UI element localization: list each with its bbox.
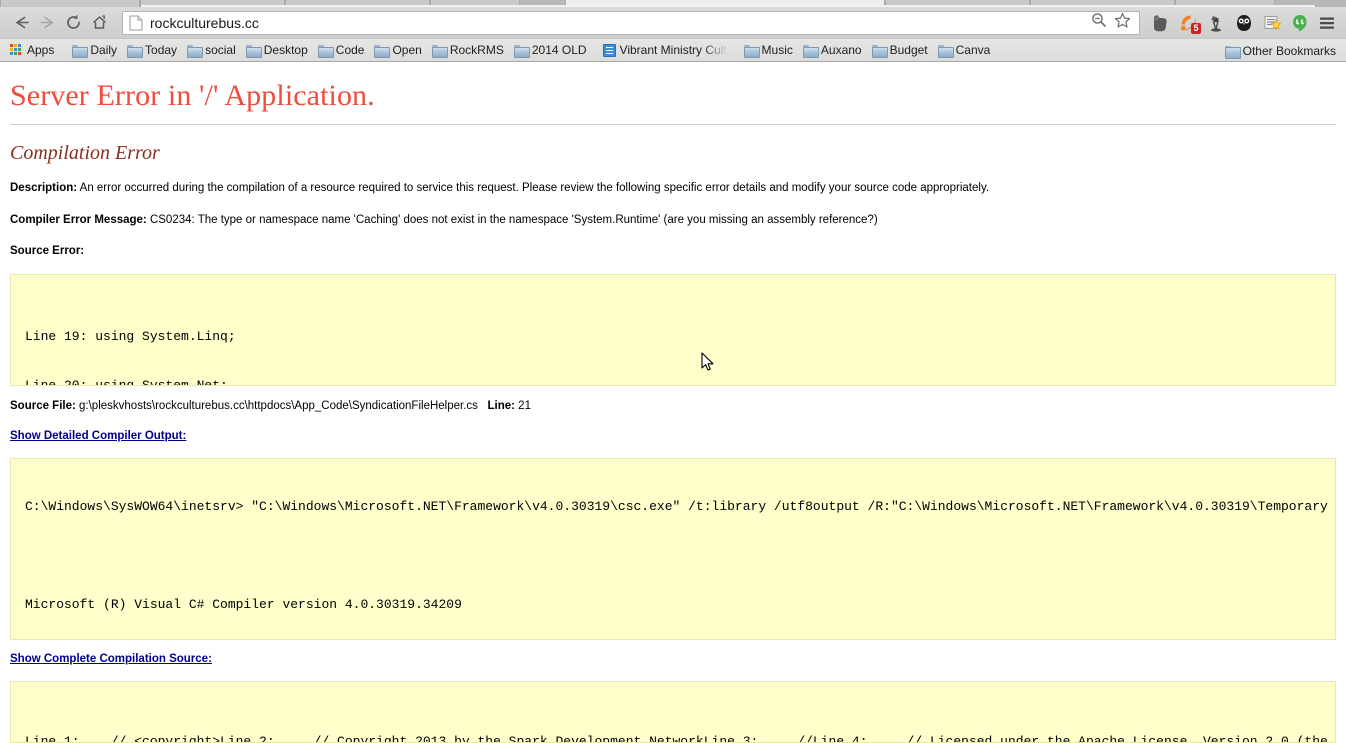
- bookmark-daily[interactable]: Daily: [68, 41, 123, 60]
- evernote-icon[interactable]: [1149, 11, 1171, 35]
- forward-arrow-icon[interactable]: [34, 10, 60, 36]
- bookmark-vibrant-ministry-culture[interactable]: Vibrant Ministry Culture: [599, 41, 734, 60]
- other-bookmarks-button[interactable]: Other Bookmarks: [1221, 41, 1342, 60]
- bookmark-label: Today: [145, 43, 177, 57]
- line-number: 21: [515, 400, 531, 412]
- owl-icon[interactable]: [1233, 11, 1255, 35]
- tab-strip-edge: [140, 5, 1316, 7]
- compiler-output-code-block: C:\Windows\SysWOW64\inetsrv> "C:\Windows…: [10, 458, 1336, 640]
- extension-icons: 5: [1146, 11, 1311, 35]
- error-type-heading: Compilation Error: [10, 142, 1336, 165]
- source-file-paragraph: Source File: g:\pleskvhosts\rockcultureb…: [10, 399, 1336, 415]
- bookmark-social[interactable]: social: [183, 41, 242, 60]
- zoom-out-magnifier-icon[interactable]: [1091, 12, 1107, 33]
- browser-chrome: rockculturebus.cc: [0, 0, 1346, 62]
- folder-icon: [187, 44, 201, 56]
- bookmark-label: social: [205, 43, 236, 57]
- folder-icon: [872, 44, 886, 56]
- bookmark-label: Open: [392, 43, 421, 57]
- folder-icon: [803, 44, 817, 56]
- address-bar[interactable]: rockculturebus.cc: [122, 11, 1140, 35]
- code-line: Line 19: using System.Linq;: [25, 329, 1335, 345]
- bookmark-label: Canva: [956, 43, 991, 57]
- bookmark-2014-old[interactable]: 2014 OLD: [510, 41, 593, 60]
- bookmark-open[interactable]: Open: [370, 41, 427, 60]
- reload-icon[interactable]: [60, 10, 86, 36]
- compilation-source-code-block: Line 1: // <copyright>Line 2: // Copyrig…: [10, 681, 1336, 743]
- title-divider: [10, 124, 1336, 125]
- folder-icon: [432, 44, 446, 56]
- source-error-label-text: Source Error:: [10, 245, 84, 257]
- hamburger-menu-icon[interactable]: [1314, 10, 1340, 36]
- description-label: Description:: [10, 182, 77, 194]
- code-line-blank: [25, 548, 1335, 564]
- line-label: Line:: [488, 400, 515, 412]
- folder-icon: [374, 44, 388, 56]
- bookmark-label: 2014 OLD: [532, 43, 587, 57]
- page-document-icon: [603, 44, 616, 57]
- show-complete-compilation-source-link[interactable]: Show Complete Compilation Source:: [10, 653, 212, 665]
- source-file-label: Source File:: [10, 400, 76, 412]
- other-bookmarks-label: Other Bookmarks: [1243, 44, 1336, 58]
- compiler-error-label: Compiler Error Message:: [10, 214, 147, 226]
- desk-lamp-icon[interactable]: [1205, 11, 1227, 35]
- error-page-content: Server Error in '/' Application. Compila…: [0, 62, 1346, 743]
- bookmark-auxano[interactable]: Auxano: [799, 41, 868, 60]
- description-paragraph: Description: An error occurred during th…: [10, 181, 1336, 197]
- rss-feed-icon[interactable]: 5: [1177, 11, 1199, 35]
- folder-icon: [246, 44, 260, 56]
- code-line: Line 20: using System.Net;: [25, 378, 1335, 386]
- folder-icon: [744, 44, 758, 56]
- bookmark-budget[interactable]: Budget: [868, 41, 934, 60]
- apps-grid-icon: [10, 44, 23, 56]
- tab-inactive[interactable]: [0, 0, 140, 7]
- bookmark-desktop[interactable]: Desktop: [242, 41, 314, 60]
- tab-strip[interactable]: [0, 0, 1346, 7]
- bookmark-music[interactable]: Music: [740, 41, 799, 60]
- bookmark-label: Vibrant Ministry Culture: [620, 43, 728, 57]
- rss-badge-count: 5: [1191, 23, 1201, 34]
- bookmark-label: Daily: [90, 43, 117, 57]
- description-text: An error occurred during the compilation…: [77, 182, 989, 194]
- bookmark-label: Desktop: [264, 43, 308, 57]
- source-error-label: Source Error:: [10, 244, 1336, 260]
- show-detailed-compiler-output-link[interactable]: Show Detailed Compiler Output:: [10, 430, 186, 442]
- hangouts-icon[interactable]: [1289, 11, 1311, 35]
- note-star-icon[interactable]: [1261, 11, 1283, 35]
- folder-icon: [1225, 45, 1239, 57]
- code-line: Microsoft (R) Visual C# Compiler version…: [25, 597, 1335, 613]
- bookmark-label: Code: [336, 43, 365, 57]
- bookmark-canva[interactable]: Canva: [934, 41, 997, 60]
- source-file-path: g:\pleskvhosts\rockculturebus.cc\httpdoc…: [76, 400, 478, 412]
- folder-icon: [318, 44, 332, 56]
- compiler-error-text: CS0234: The type or namespace name 'Cach…: [147, 214, 878, 226]
- url-text: rockculturebus.cc: [150, 15, 259, 31]
- source-error-code-block: Line 19: using System.Linq; Line 20: usi…: [10, 274, 1336, 386]
- bookmark-rockrms[interactable]: RockRMS: [428, 41, 510, 60]
- bookmark-today[interactable]: Today: [123, 41, 183, 60]
- bookmark-label: Apps: [27, 43, 54, 57]
- folder-icon: [938, 44, 952, 56]
- bookmark-label: Budget: [890, 43, 928, 57]
- home-icon[interactable]: [86, 10, 112, 36]
- bookmark-label: Music: [762, 43, 793, 57]
- bookmarks-bar: Apps Daily Today social Desktop Code Ope…: [0, 38, 1346, 61]
- bookmark-code[interactable]: Code: [314, 41, 371, 60]
- folder-icon: [72, 44, 86, 56]
- bookmark-label: RockRMS: [450, 43, 504, 57]
- code-line: C:\Windows\SysWOW64\inetsrv> "C:\Windows…: [25, 499, 1335, 515]
- folder-icon: [127, 44, 141, 56]
- folder-icon: [514, 44, 528, 56]
- bookmark-apps[interactable]: Apps: [6, 41, 60, 60]
- page-document-icon: [129, 15, 143, 31]
- compiler-error-paragraph: Compiler Error Message: CS0234: The type…: [10, 213, 1336, 229]
- navigation-toolbar: rockculturebus.cc: [0, 7, 1346, 38]
- page-title: Server Error in '/' Application.: [10, 79, 1336, 113]
- star-bookmark-icon[interactable]: [1114, 12, 1131, 34]
- bookmark-label: Auxano: [821, 43, 862, 57]
- code-line: Line 1: // <copyright>Line 2: // Copyrig…: [25, 734, 1335, 743]
- back-arrow-icon[interactable]: [8, 10, 34, 36]
